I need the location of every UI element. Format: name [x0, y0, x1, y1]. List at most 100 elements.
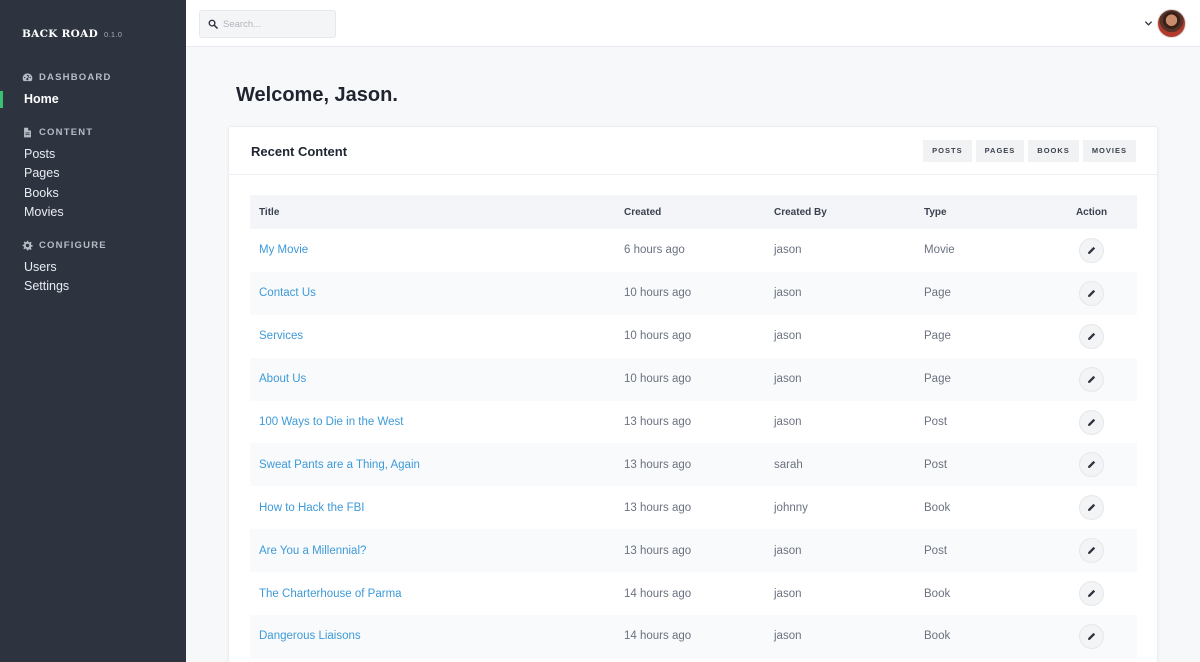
content-title-link[interactable]: Are You a Millennial?	[259, 545, 366, 557]
cell-action	[1046, 315, 1137, 358]
table-row: About Us 10 hours ago jason Page	[250, 357, 1137, 401]
content-title-link[interactable]: Contact Us	[259, 287, 316, 299]
cell-type: Post	[924, 544, 948, 557]
sidebar-item-books[interactable]: Books	[0, 184, 186, 203]
column-header-type[interactable]: Type	[915, 195, 1046, 229]
edit-button[interactable]	[1079, 237, 1104, 263]
cell-created: 13 hours ago	[624, 544, 692, 557]
pencil-icon	[1087, 589, 1096, 598]
card-title: Recent Content	[251, 144, 348, 159]
sidebar-item-settings[interactable]: Settings	[0, 277, 186, 296]
edit-button[interactable]	[1079, 366, 1104, 392]
column-header-created[interactable]: Created	[615, 195, 765, 229]
sidebar: BACK ROAD 0.1.0 DASHBOARD Home CONTENT P…	[0, 0, 186, 662]
nav-heading-content: CONTENT	[0, 124, 186, 140]
sidebar-item-users[interactable]: Users	[0, 258, 186, 277]
cell-title: 100 Ways to Die in the West	[250, 401, 615, 444]
content-title-link[interactable]: How to Hack the FBI	[259, 502, 364, 514]
cell-type: Post	[924, 458, 948, 471]
edit-button[interactable]	[1079, 452, 1104, 478]
cell-created: 6 hours ago	[624, 244, 685, 257]
content-title-link[interactable]: The Charterhouse of Parma	[259, 588, 402, 600]
table-row: Are You a Millennial? 13 hours ago jason Po…	[250, 529, 1137, 573]
column-header-action: Action	[1075, 206, 1108, 218]
nav-heading-label: CONTENT	[39, 126, 94, 138]
content-title-link[interactable]: Services	[259, 330, 303, 342]
pencil-icon	[1087, 289, 1096, 298]
nav-section-content: CONTENT Posts Pages Books Movies	[0, 124, 186, 223]
edit-button[interactable]	[1079, 495, 1104, 521]
brand[interactable]: BACK ROAD 0.1.0	[22, 28, 122, 40]
nav-heading-label: CONFIGURE	[39, 239, 107, 251]
topbar	[186, 0, 1200, 47]
cell-action	[1046, 272, 1137, 315]
cell-type: Book	[924, 587, 951, 600]
filter-posts-button[interactable]: POSTS	[923, 140, 972, 162]
content-title-link[interactable]: Dangerous Liaisons	[259, 630, 361, 642]
cell-created: 14 hours ago	[624, 630, 692, 643]
chevron-down-icon[interactable]	[1144, 15, 1153, 33]
cell-type: Page	[924, 287, 951, 300]
cell-title: Services	[250, 315, 615, 358]
nav-heading-dashboard: DASHBOARD	[0, 69, 186, 85]
content-title-link[interactable]: About Us	[259, 373, 306, 385]
page-title: Welcome, Jason.	[236, 84, 398, 106]
user-menu[interactable]	[1144, 9, 1186, 38]
cell-type: Page	[924, 330, 951, 343]
avatar[interactable]	[1157, 9, 1186, 38]
cell-created-by: jason	[774, 287, 802, 300]
app-version: 0.1.0	[104, 30, 123, 39]
cell-created: 10 hours ago	[624, 373, 692, 386]
table-row: Contact Us 10 hours ago jason Page	[250, 271, 1137, 315]
cell-action	[1046, 401, 1137, 444]
cell-created-by: jason	[774, 373, 802, 386]
sidebar-item-posts[interactable]: Posts	[0, 145, 186, 164]
sidebar-item-pages[interactable]: Pages	[0, 164, 186, 183]
nav-section-dashboard: DASHBOARD Home	[0, 69, 186, 109]
card-header: Recent Content POSTS PAGES BOOKS MOVIES	[229, 127, 1157, 175]
content-title-link[interactable]: Sweat Pants are a Thing, Again	[259, 459, 420, 471]
edit-button[interactable]	[1079, 538, 1104, 564]
content-title-link[interactable]: My Movie	[259, 244, 308, 256]
document-icon	[24, 127, 31, 137]
table-row: Sweat Pants are a Thing, Again 13 hours a…	[250, 443, 1137, 487]
cell-created: 10 hours ago	[624, 330, 692, 343]
search-icon	[208, 19, 218, 29]
cell-created: 13 hours ago	[624, 501, 692, 514]
table-header-row: Title Created Created By Type Action	[250, 195, 1137, 229]
pencil-icon	[1087, 503, 1096, 512]
table-row: How to Hack the FBI 13 hours ago johnny Boo…	[250, 486, 1137, 529]
column-header-created-by[interactable]: Created By	[765, 195, 915, 229]
cell-created-by: sarah	[774, 458, 803, 471]
search-input[interactable]	[223, 18, 328, 30]
cell-created-by: jason	[774, 587, 802, 600]
cell-title: How to Hack the FBI	[250, 486, 615, 529]
cell-created: 14 hours ago	[624, 587, 692, 600]
pencil-icon	[1087, 332, 1096, 341]
cell-created-by: jason	[774, 544, 802, 557]
edit-button[interactable]	[1079, 280, 1104, 306]
cell-type: Movie	[924, 244, 955, 257]
table-body: My Movie 6 hours ago jason Movie Contact Us 1…	[250, 229, 1137, 658]
content-title-link[interactable]: 100 Ways to Die in the West	[259, 416, 403, 428]
edit-button[interactable]	[1079, 323, 1104, 349]
cell-title: About Us	[250, 358, 615, 401]
content-filters: POSTS PAGES BOOKS MOVIES	[923, 140, 1136, 162]
sidebar-item-movies[interactable]: Movies	[0, 203, 186, 222]
search-box[interactable]	[199, 10, 336, 38]
cell-type: Book	[924, 501, 951, 514]
filter-books-button[interactable]: BOOKS	[1028, 140, 1079, 162]
cell-title: Are You a Millennial?	[250, 529, 615, 572]
filter-pages-button[interactable]: PAGES	[975, 140, 1025, 162]
edit-button[interactable]	[1079, 409, 1104, 435]
cell-created-by: jason	[774, 416, 802, 428]
pencil-icon	[1087, 418, 1096, 427]
table-row: Services 10 hours ago jason Page	[250, 315, 1137, 358]
cell-created-by: johnny	[774, 501, 808, 514]
pencil-icon	[1087, 375, 1096, 384]
filter-movies-button[interactable]: MOVIES	[1082, 140, 1136, 162]
edit-button[interactable]	[1079, 581, 1104, 607]
column-header-title[interactable]: Title	[250, 195, 615, 229]
edit-button[interactable]	[1079, 623, 1104, 649]
sidebar-item-home[interactable]: Home	[0, 90, 186, 109]
